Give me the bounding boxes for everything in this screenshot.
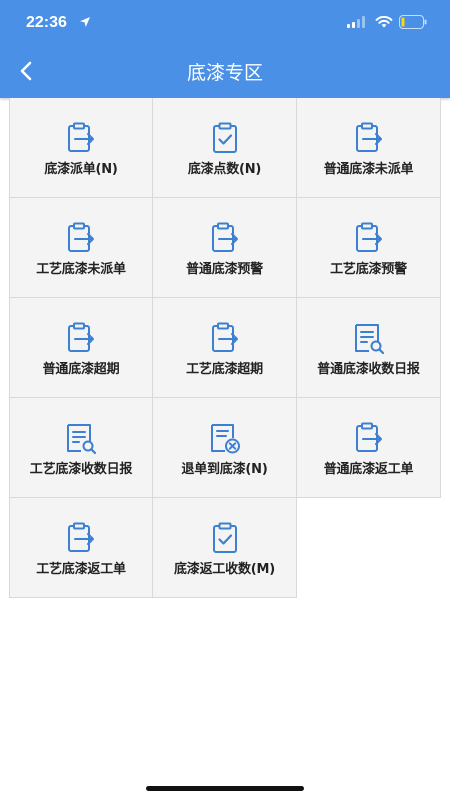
- clipboard-check-icon: [212, 122, 237, 153]
- menu-tile-label: 普通底漆未派单: [323, 162, 414, 177]
- clipboard-arrow-icon: [68, 222, 94, 252]
- menu-tile-label: 工艺底漆返工单: [36, 562, 126, 577]
- clipboard-arrow-icon: [68, 522, 94, 552]
- menu-tile[interactable]: 工艺底漆收数日报: [9, 398, 153, 498]
- menu-tile-label: 工艺底漆收数日报: [29, 462, 133, 477]
- menu-tile-label: 普通底漆返工单: [323, 462, 414, 477]
- menu-tile[interactable]: 工艺底漆返工单: [9, 498, 153, 598]
- menu-tile[interactable]: 普通底漆未派单: [297, 98, 441, 198]
- status-time: 22:36: [26, 14, 67, 31]
- clipboard-arrow-icon: [355, 222, 382, 252]
- menu-tile[interactable]: 底漆点数(N): [153, 98, 297, 198]
- menu-tile-label: 工艺底漆超期: [186, 362, 263, 377]
- report-search-icon: [67, 424, 97, 455]
- clipboard-arrow-icon: [355, 422, 382, 452]
- battery-icon: [399, 15, 427, 29]
- menu-tile-label: 普通底漆超期: [42, 362, 120, 377]
- wifi-icon: [375, 15, 393, 28]
- app-header: 22:36 底漆专区: [0, 0, 450, 98]
- clipboard-arrow-icon: [211, 322, 238, 352]
- clipboard-arrow-icon: [68, 122, 94, 152]
- menu-tile-label: 普通底漆预警: [186, 262, 263, 277]
- status-bar: 22:36: [0, 0, 450, 44]
- navigation-bar: 底漆专区: [0, 44, 450, 98]
- menu-tile[interactable]: 普通底漆超期: [9, 298, 153, 398]
- report-search-icon: [354, 324, 384, 355]
- menu-tile[interactable]: 底漆返工收数(M): [153, 498, 297, 598]
- home-indicator: [146, 786, 304, 791]
- menu-tile-label: 底漆返工收数(M): [173, 562, 276, 577]
- cellular-signal-icon: [347, 16, 365, 28]
- clipboard-check-icon: [212, 522, 237, 553]
- menu-tile[interactable]: 底漆派单(N): [9, 98, 153, 198]
- menu-tile[interactable]: 工艺底漆预警: [297, 198, 441, 298]
- menu-tile[interactable]: 普通底漆收数日报: [297, 298, 441, 398]
- menu-tile-label: 底漆点数(N): [187, 162, 262, 177]
- clipboard-arrow-icon: [68, 322, 94, 352]
- page-title: 底漆专区: [186, 62, 263, 84]
- clipboard-arrow-icon: [355, 122, 382, 152]
- clipboard-arrow-icon: [211, 222, 238, 252]
- menu-tile-label: 工艺底漆未派单: [36, 262, 126, 277]
- menu-tile[interactable]: 普通底漆预警: [153, 198, 297, 298]
- location-arrow-icon: [80, 17, 90, 27]
- menu-tile-label: 工艺底漆预警: [330, 262, 407, 277]
- menu-tile[interactable]: 退单到底漆(N): [153, 398, 297, 498]
- menu-tile[interactable]: 工艺底漆未派单: [9, 198, 153, 298]
- document-cancel-icon: [210, 424, 240, 454]
- menu-tile-label: 普通底漆收数日报: [317, 362, 420, 377]
- menu-tile[interactable]: 工艺底漆超期: [153, 298, 297, 398]
- menu-tile-label: 退单到底漆(N): [181, 462, 268, 477]
- menu-tile[interactable]: 普通底漆返工单: [297, 398, 441, 498]
- menu-tile-label: 底漆派单(N): [44, 162, 118, 177]
